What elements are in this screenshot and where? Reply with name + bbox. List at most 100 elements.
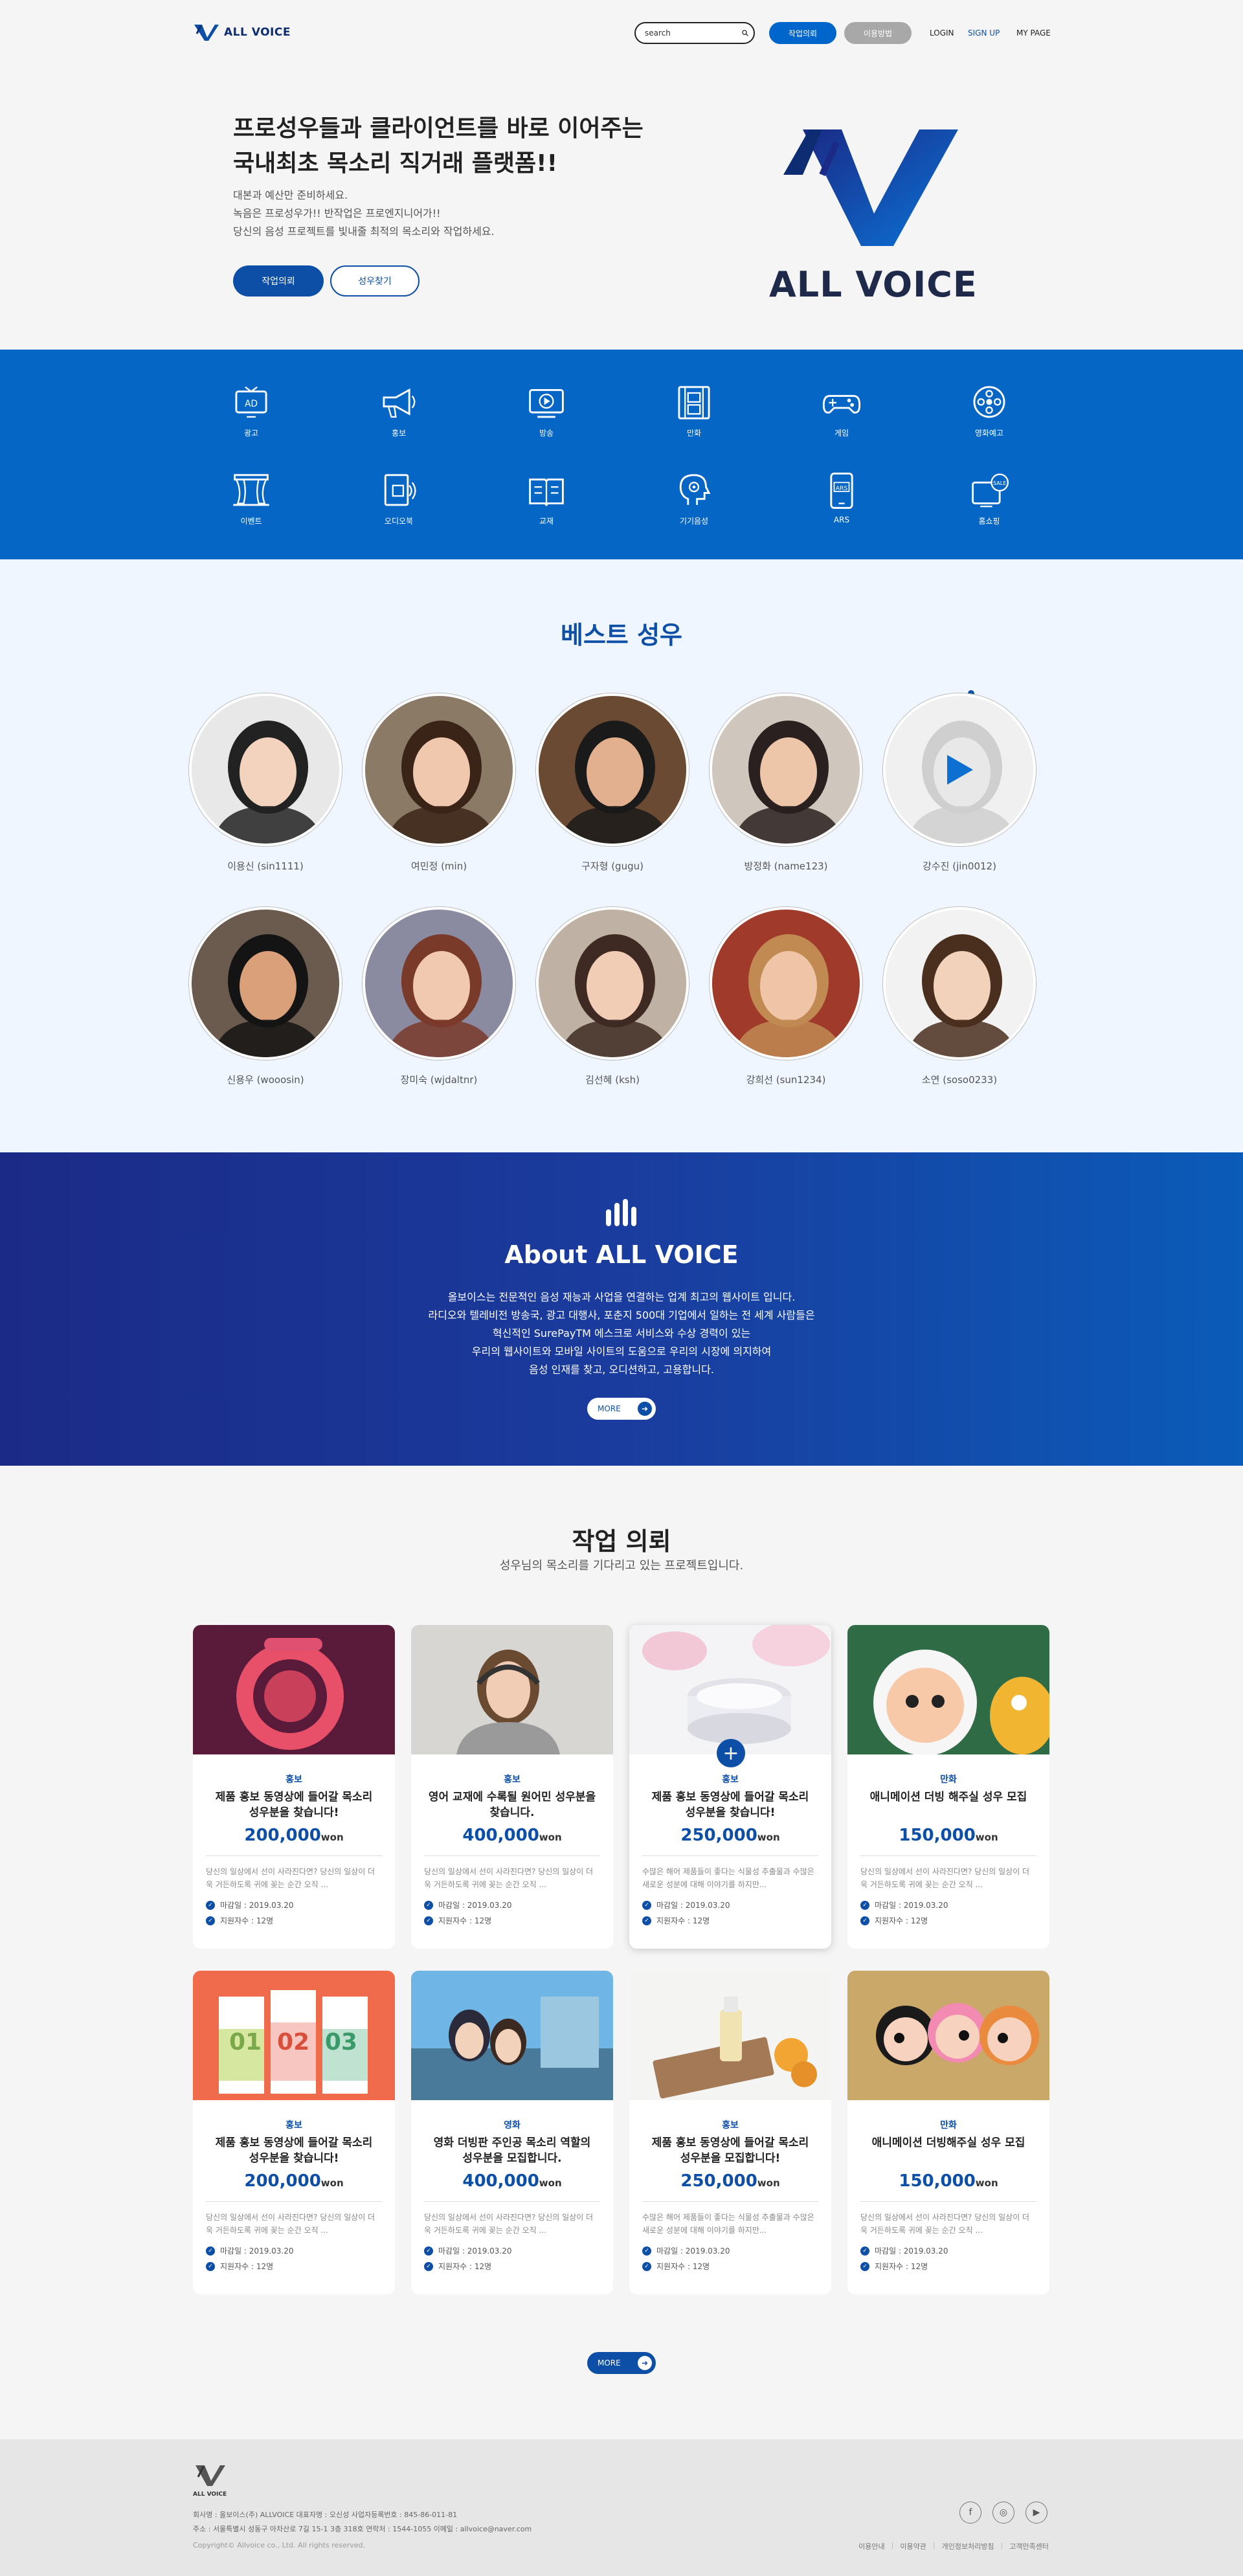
- category-item[interactable]: 이벤트: [212, 471, 290, 526]
- request-title[interactable]: 애니메이션 더빙해주실 성우 모집: [863, 2135, 1034, 2166]
- footer-logo[interactable]: ALL VOICE: [193, 2464, 228, 2498]
- category-item[interactable]: 홍보: [360, 383, 438, 438]
- actor-photo-frame[interactable]: [710, 907, 862, 1060]
- actor-photo-frame[interactable]: [536, 907, 689, 1060]
- category-item[interactable]: 오디오북: [360, 471, 438, 526]
- actor-photo-frame[interactable]: [189, 907, 342, 1060]
- instagram-icon[interactable]: ◎: [992, 2502, 1014, 2524]
- about-more-button[interactable]: MORE ➜: [587, 1398, 656, 1420]
- request-description: 당신의 일상에서 선이 사라진다면? 당신의 일상이 더욱 거든하도록 귀에 꽂…: [860, 1867, 1030, 1889]
- film-icon: [678, 386, 710, 420]
- search-input[interactable]: [645, 28, 742, 38]
- check-icon: ✓: [424, 2246, 433, 2256]
- footer-link[interactable]: 이용약관: [900, 2541, 926, 2551]
- header-request-button[interactable]: 작업의뢰: [769, 22, 836, 44]
- voice-actor-card[interactable]: 강수진 (jin0012): [882, 693, 1037, 873]
- actor-photo-frame[interactable]: [883, 907, 1036, 1060]
- mypage-link[interactable]: MY PAGE: [1016, 28, 1051, 38]
- applicants-value: 12명: [256, 1916, 274, 1925]
- actor-photo-frame[interactable]: [883, 693, 1036, 846]
- category-item[interactable]: 기기음성: [655, 471, 733, 526]
- request-title[interactable]: 제품 홍보 동영상에 들어갈 목소리 성우분을 찾습니다!: [208, 1789, 379, 1820]
- requests-more-button[interactable]: MORE ➜: [587, 2352, 656, 2374]
- requests-title: 작업 의뢰: [572, 1527, 671, 1556]
- header-guide-button[interactable]: 이용방법: [844, 22, 912, 44]
- header-logo[interactable]: ALL VOICE: [193, 23, 291, 41]
- request-card[interactable]: 만화 애니메이션 더빙 해주실 성우 모집 150,000won 당신의 일상에서 선…: [847, 1625, 1049, 1949]
- voice-actor-card[interactable]: 구자형 (gugu): [535, 693, 690, 873]
- actor-name[interactable]: 여민정 (min): [361, 859, 517, 873]
- request-card[interactable]: 홍보 제품 홍보 동영상에 들어갈 목소리 성우분을 모집합니다! 250,000w…: [629, 1971, 831, 2294]
- footer-link[interactable]: 고객만족센터: [1009, 2541, 1049, 2551]
- voice-actor-card[interactable]: 이용신 (sin1111): [188, 693, 343, 873]
- play-icon[interactable]: [943, 752, 976, 787]
- deadline-prefix: 마감일 :: [656, 2246, 686, 2256]
- applicants-prefix: 지원자수 :: [220, 1916, 256, 1925]
- facebook-icon[interactable]: f: [959, 2502, 981, 2524]
- actor-name[interactable]: 장미숙 (wjdaltnr): [361, 1073, 517, 1086]
- search-box[interactable]: [634, 22, 755, 44]
- actor-name[interactable]: 이용신 (sin1111): [188, 859, 343, 873]
- request-title[interactable]: 영어 교재에 수록될 원어민 성우분을 찾습니다.: [427, 1789, 598, 1820]
- search-icon[interactable]: [742, 28, 748, 38]
- youtube-icon[interactable]: ▶: [1025, 2502, 1047, 2524]
- request-meta: ✓ 마감일 : 2019.03.20 ✓ 지원자수 : 12명: [424, 2243, 600, 2274]
- voice-actor-card[interactable]: 여민정 (min): [361, 693, 517, 873]
- plus-icon[interactable]: +: [717, 1739, 745, 1767]
- actor-name[interactable]: 방정화 (name123): [708, 859, 864, 873]
- request-category: 만화: [940, 1775, 957, 1785]
- category-item[interactable]: SALE 홈쇼핑: [950, 471, 1028, 526]
- request-title[interactable]: 제품 홍보 동영상에 들어갈 목소리 성우분을 모집합니다!: [645, 2135, 816, 2166]
- signup-link[interactable]: SIGN UP: [968, 28, 1000, 38]
- actor-photo-frame[interactable]: [363, 907, 515, 1060]
- deadline-row: ✓ 마감일 : 2019.03.20: [424, 1898, 600, 1913]
- request-price: 250,000won: [629, 2171, 831, 2191]
- actor-name[interactable]: 소연 (soso0233): [882, 1073, 1037, 1086]
- voice-actor-card[interactable]: 신용우 (wooosin): [188, 907, 343, 1086]
- request-card[interactable]: 만화 애니메이션 더빙해주실 성우 모집 150,000won 당신의 일상에서 선이…: [847, 1971, 1049, 2294]
- request-card-image-wrap: [629, 1971, 831, 2100]
- category-item[interactable]: 방송: [508, 383, 585, 438]
- actor-photo-frame[interactable]: [536, 693, 689, 846]
- actor-name[interactable]: 신용우 (wooosin): [188, 1073, 343, 1086]
- request-category: 홍보: [286, 1775, 302, 1785]
- voice-actor-card[interactable]: 방정화 (name123): [708, 693, 864, 873]
- category-item[interactable]: ARS ARS: [803, 471, 880, 524]
- category-item[interactable]: 만화: [655, 383, 733, 438]
- phone-ars-icon: ARS: [830, 473, 853, 509]
- request-card[interactable]: 영화 영화 더빙판 주인공 목소리 역할의 성우분을 모집합니다. 400,000w…: [411, 1971, 613, 2294]
- category-item[interactable]: AD 광고: [212, 383, 290, 438]
- actor-photo-frame[interactable]: [363, 693, 515, 846]
- request-card[interactable]: + 홍보 제품 홍보 동영상에 들어갈 목소리 성우분을 찾습니다! 250,000w…: [629, 1625, 831, 1949]
- actor-name[interactable]: 강수진 (jin0012): [882, 859, 1037, 873]
- voice-actor-card[interactable]: 강희선 (sun1234): [708, 907, 864, 1086]
- actor-name[interactable]: 강희선 (sun1234): [708, 1073, 864, 1086]
- category-item[interactable]: 교재: [508, 471, 585, 526]
- arrow-right-icon: ➜: [638, 1402, 652, 1416]
- hero-request-button[interactable]: 작업의뢰: [233, 265, 324, 297]
- category-item[interactable]: 게임: [803, 383, 880, 438]
- request-card[interactable]: 홍보 영어 교재에 수록될 원어민 성우분을 찾습니다. 400,000won 당신의…: [411, 1625, 613, 1949]
- request-title[interactable]: 제품 홍보 동영상에 들어갈 목소리 성우분을 찾습니다!: [645, 1789, 816, 1820]
- category-label: 오디오북: [384, 517, 414, 526]
- request-title[interactable]: 애니메이션 더빙 해주실 성우 모집: [863, 1789, 1034, 1820]
- request-card-image-wrap: [411, 1971, 613, 2100]
- request-title[interactable]: 제품 홍보 동영상에 들어갈 목소리 성우분을 찾습니다!: [208, 2135, 379, 2166]
- actor-name[interactable]: 김선혜 (ksh): [535, 1073, 690, 1086]
- actor-name[interactable]: 구자형 (gugu): [535, 859, 690, 873]
- footer-link[interactable]: 이용안내: [858, 2541, 884, 2551]
- request-card[interactable]: 01 02 03 홍보 제품 홍보 동영상에 들어갈 목소리 성우분을 찾습니다! 200…: [193, 1971, 395, 2294]
- request-title[interactable]: 영화 더빙판 주인공 목소리 역할의 성우분을 모집합니다.: [427, 2135, 598, 2166]
- voice-actor-card[interactable]: 김선혜 (ksh): [535, 907, 690, 1086]
- actor-photo-frame[interactable]: [710, 693, 862, 846]
- voice-actor-card[interactable]: 장미숙 (wjdaltnr): [361, 907, 517, 1086]
- voice-actor-card[interactable]: 소연 (soso0233): [882, 907, 1037, 1086]
- request-price: 150,000won: [847, 2171, 1049, 2191]
- request-card[interactable]: 홍보 제품 홍보 동영상에 들어갈 목소리 성우분을 찾습니다! 200,000wo…: [193, 1625, 395, 1949]
- actor-photo-frame[interactable]: [189, 693, 342, 846]
- product-labels: 01 02 03: [219, 2029, 368, 2055]
- login-link[interactable]: LOGIN: [930, 28, 954, 38]
- hero-find-voice-button[interactable]: 성우찾기: [330, 265, 420, 297]
- footer-link[interactable]: 개인정보처리방침: [942, 2541, 994, 2551]
- category-item[interactable]: 영화예고: [950, 383, 1028, 438]
